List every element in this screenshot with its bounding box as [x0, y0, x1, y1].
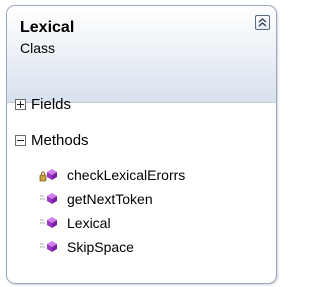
- class-kind: Class: [20, 40, 56, 56]
- method-name: Lexical: [67, 215, 111, 231]
- class-header[interactable]: Lexical Class: [7, 6, 276, 103]
- method-item[interactable]: checkLexicalErorrs: [39, 166, 185, 184]
- private-method-icon: [39, 167, 59, 183]
- method-item[interactable]: getNextToken: [39, 190, 153, 208]
- method-item[interactable]: SkipSpace: [39, 238, 134, 256]
- method-item[interactable]: Lexical: [39, 214, 111, 232]
- method-name: SkipSpace: [67, 239, 134, 255]
- public-method-icon: [39, 239, 59, 255]
- public-method-icon: [39, 215, 59, 231]
- methods-section-header[interactable]: Methods: [15, 130, 89, 150]
- method-name: getNextToken: [67, 191, 153, 207]
- fields-section-header[interactable]: Fields: [15, 94, 71, 114]
- method-name: checkLexicalErorrs: [67, 167, 186, 183]
- class-diagram-shape[interactable]: Lexical Class Fields Methods checkLexica…: [6, 5, 277, 284]
- public-method-icon: [39, 191, 59, 207]
- class-name: Lexical: [20, 19, 75, 36]
- collapse-icon[interactable]: [255, 15, 270, 30]
- fields-section-label: Fields: [31, 95, 72, 113]
- expand-icon[interactable]: [15, 98, 26, 110]
- collapse-section-icon[interactable]: [15, 134, 26, 146]
- methods-section-label: Methods: [31, 131, 89, 149]
